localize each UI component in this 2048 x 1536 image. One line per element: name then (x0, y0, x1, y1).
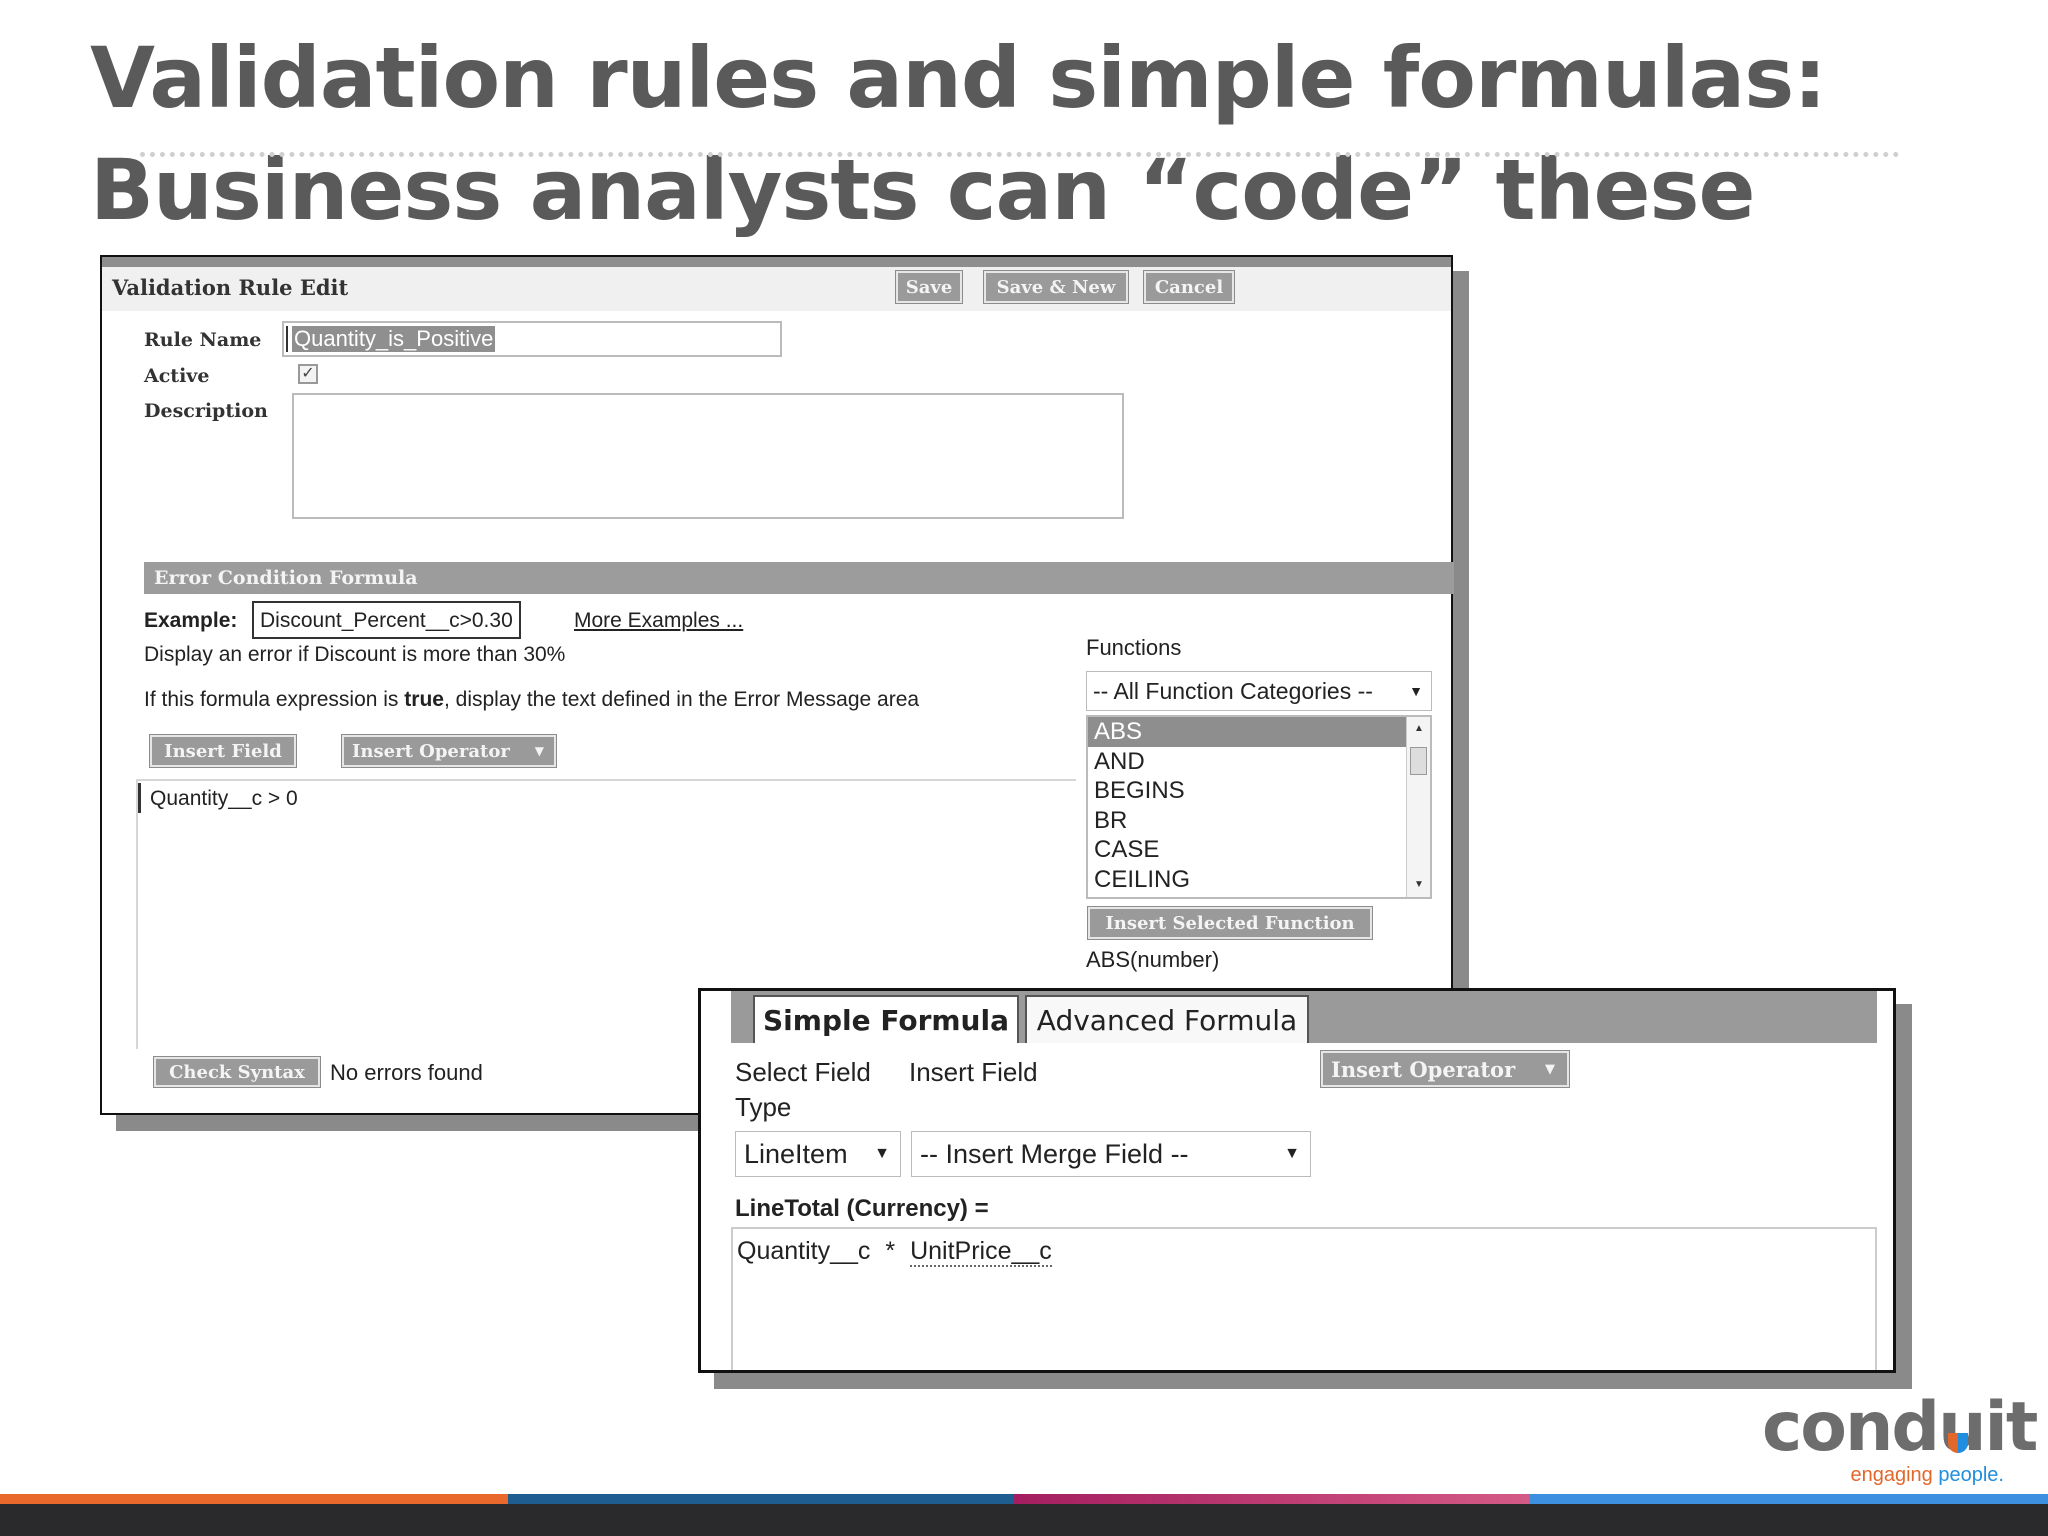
logo-u-mark: u (1938, 1388, 1986, 1467)
function-item[interactable]: CEILING (1088, 865, 1430, 895)
functions-label: Functions (1086, 635, 1182, 660)
formula-expression: Quantity__c * UnitPrice__c (737, 1237, 1052, 1267)
text-caret (138, 783, 141, 813)
function-item[interactable]: CASE (1088, 835, 1430, 865)
example-label: Example: (144, 609, 238, 632)
tab-simple-formula[interactable]: Simple Formula (753, 995, 1019, 1043)
chevron-down-icon: ▼ (1284, 1145, 1300, 1162)
logo-u-letter: u (1938, 1388, 1986, 1467)
save-button[interactable]: Save (895, 270, 963, 304)
active-label: Active (144, 365, 210, 387)
function-category-value: -- All Function Categories -- (1093, 677, 1373, 704)
function-item[interactable]: BR (1088, 806, 1430, 836)
example-formula-box: Discount_Percent__c>0.30 (252, 601, 521, 639)
logo-wordmark: condu it (1762, 1392, 2038, 1464)
chevron-down-icon: ▼ (534, 744, 544, 758)
formula-text: Quantity__c > 0 (150, 787, 298, 810)
formula-expression-editor[interactable]: Quantity__c * UnitPrice__c (731, 1227, 1877, 1370)
window-title: Validation Rule Edit (112, 275, 349, 300)
chevron-down-icon: ▼ (1409, 683, 1423, 699)
insert-field-label: Insert Field (909, 1057, 1038, 1087)
select-field-type-label-line-1: Select Field (735, 1057, 871, 1087)
footer-stripe-navy (508, 1494, 1014, 1504)
window-top-bar (102, 257, 1451, 267)
slide-title-line-2: Business analysts can “code” these (90, 141, 1755, 239)
footer-stripe-magenta (1014, 1494, 1530, 1504)
insert-operator-label: Insert Operator (352, 740, 510, 762)
conduit-logo: condu it engaging people. (1762, 1392, 2038, 1487)
footer-stripe-orange (0, 1494, 508, 1504)
insert-operator-button[interactable]: Insert Operator ▼ (341, 734, 557, 768)
function-list[interactable]: ABS AND BEGINS BR CASE CEILING ▲ ▼ (1086, 715, 1432, 899)
formula-help-bold: true (404, 688, 444, 711)
rule-name-input[interactable]: Quantity_is_Positive (282, 321, 782, 357)
formula-help-before: If this formula expression is (144, 688, 399, 711)
function-item[interactable]: AND (1088, 747, 1430, 777)
rule-name-value: Quantity_is_Positive (292, 326, 496, 352)
formula-help-text: If this formula expression is true, disp… (144, 688, 919, 712)
chevron-down-icon: ▼ (874, 1145, 890, 1162)
error-condition-section-header: Error Condition Formula (144, 562, 1454, 594)
more-examples-link[interactable]: More Examples ... (574, 609, 743, 633)
formula-right-operand: UnitPrice__c (910, 1237, 1052, 1267)
function-item[interactable]: ABS (1088, 717, 1430, 747)
tab-advanced-formula[interactable]: Advanced Formula (1025, 995, 1309, 1043)
formula-left-operand: Quantity__c (737, 1237, 871, 1265)
field-type-value: LineItem (744, 1138, 848, 1169)
merge-field-select[interactable]: -- Insert Merge Field -- ▼ (911, 1131, 1311, 1177)
function-signature: ABS(number) (1086, 947, 1220, 972)
function-category-select[interactable]: -- All Function Categories -- ▼ (1086, 671, 1432, 711)
formula-builder-window: Simple Formula Advanced Formula Select F… (698, 988, 1896, 1373)
save-and-new-button[interactable]: Save & New (983, 270, 1129, 304)
function-item[interactable]: BEGINS (1088, 776, 1430, 806)
slide-title-line-1: Validation rules and simple formulas: (90, 29, 1827, 127)
syntax-status: No errors found (330, 1060, 483, 1085)
footer-stripe-blue (1530, 1494, 2048, 1504)
logo-tag-word-2: people. (1938, 1464, 2004, 1486)
footer-band (0, 1494, 2048, 1536)
insert-operator-button-2[interactable]: Insert Operator ▼ (1320, 1050, 1570, 1088)
logo-u-accent-icon (1948, 1433, 1969, 1453)
title-dotted-rule (140, 152, 1900, 157)
logo-word-end: it (1984, 1388, 2039, 1467)
active-checkbox[interactable]: ✓ (298, 364, 318, 384)
footer-dark-bar (0, 1504, 2048, 1536)
logo-tag-word-1: engaging (1850, 1464, 1933, 1486)
example-help-text: Display an error if Discount is more tha… (144, 643, 566, 666)
cancel-button[interactable]: Cancel (1143, 270, 1235, 304)
scroll-thumb[interactable] (1410, 747, 1427, 775)
description-textarea[interactable] (292, 393, 1124, 519)
insert-field-button[interactable]: Insert Field (149, 734, 297, 768)
select-field-type-label: Select Field Type (735, 1057, 871, 1123)
validation-rule-window: Validation Rule Edit Save Save & New Can… (100, 255, 1454, 1115)
insert-selected-function-button[interactable]: Insert Selected Function (1087, 906, 1373, 940)
function-list-scrollbar[interactable]: ▲ ▼ (1406, 717, 1430, 897)
insert-operator-label-2: Insert Operator (1331, 1056, 1516, 1082)
scroll-down-icon[interactable]: ▼ (1407, 875, 1430, 895)
formula-operator: * (885, 1237, 896, 1265)
scroll-up-icon[interactable]: ▲ (1407, 719, 1430, 739)
formula-help-after: , display the text defined in the Error … (443, 688, 920, 711)
rule-name-label: Rule Name (144, 329, 262, 351)
logo-tagline: engaging people. (1851, 1464, 2005, 1487)
chevron-down-icon: ▼ (1545, 1061, 1555, 1077)
description-label: Description (144, 400, 268, 422)
field-type-select[interactable]: LineItem ▼ (735, 1131, 901, 1177)
select-field-type-label-line-2: Type (735, 1092, 792, 1122)
formula-label: LineTotal (Currency) = (735, 1195, 989, 1222)
slide-title: Validation rules and simple formulas: Bu… (90, 22, 1940, 246)
check-syntax-button[interactable]: Check Syntax (153, 1056, 321, 1088)
logo-word-start: cond (1762, 1388, 1940, 1467)
merge-field-value: -- Insert Merge Field -- (920, 1138, 1189, 1169)
